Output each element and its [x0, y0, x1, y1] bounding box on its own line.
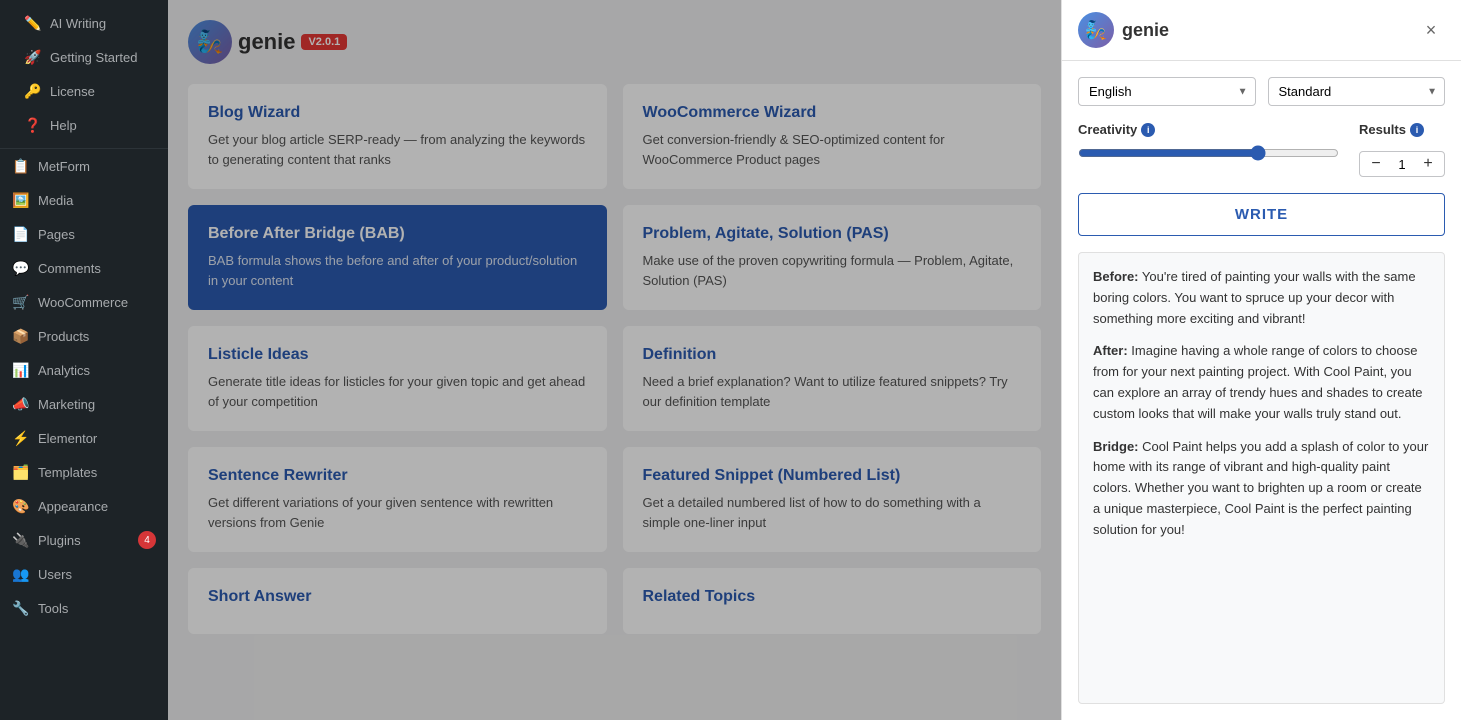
form-icon: 📋	[12, 157, 30, 175]
after-label: After:	[1093, 343, 1128, 358]
sidebar-label: Plugins	[38, 533, 81, 548]
results-increment-button[interactable]: +	[1418, 154, 1438, 174]
output-bridge: Bridge: Cool Paint helps you add a splas…	[1093, 437, 1430, 541]
sidebar-label: Tools	[38, 601, 68, 616]
sidebar-item-license[interactable]: 🔑 License	[12, 74, 156, 108]
sidebar-item-getting-started[interactable]: 🚀 Getting Started	[12, 40, 156, 74]
results-stepper: − 1 +	[1359, 151, 1445, 177]
sidebar-label: Products	[38, 329, 89, 344]
sidebar-item-marketing[interactable]: 📣 Marketing	[0, 387, 168, 421]
main-content: 🧞 genie V2.0.1 Blog Wizard Get your blog…	[168, 0, 1061, 720]
creativity-info-icon[interactable]: i	[1141, 123, 1155, 137]
selects-row: English Spanish French German ▼ Standard…	[1078, 77, 1445, 106]
sidebar-label: Appearance	[38, 499, 108, 514]
help-icon: ❓	[24, 116, 42, 134]
sidebar-item-templates[interactable]: 🗂️ Templates	[0, 455, 168, 489]
sidebar-item-elementor[interactable]: ⚡ Elementor	[0, 421, 168, 455]
plugins-badge: 4	[138, 531, 156, 549]
sidebar-label: Marketing	[38, 397, 95, 412]
sidebar-label: Getting Started	[50, 50, 137, 65]
sidebar-label: AI Writing	[50, 16, 106, 31]
sidebar-item-plugins[interactable]: 🔌 Plugins 4	[0, 523, 168, 557]
sidebar-label: Pages	[38, 227, 75, 242]
sidebar-label: WooCommerce	[38, 295, 128, 310]
sidebar-label: License	[50, 84, 95, 99]
close-button[interactable]: ×	[1417, 16, 1445, 44]
output-before: Before: You're tired of painting your wa…	[1093, 267, 1430, 329]
key-icon: 🔑	[24, 82, 42, 100]
appearance-icon: 🎨	[12, 497, 30, 515]
panel-body: English Spanish French German ▼ Standard…	[1062, 61, 1461, 720]
sidebar-item-help[interactable]: ❓ Help	[12, 108, 156, 142]
sidebar-top-section: ✏️ AI Writing 🚀 Getting Started 🔑 Licens…	[0, 0, 168, 149]
products-icon: 📦	[12, 327, 30, 345]
panel-genie-logo: 🧞 genie	[1078, 12, 1169, 48]
sidebar-item-tools[interactable]: 🔧 Tools	[0, 591, 168, 625]
sidebar-item-analytics[interactable]: 📊 Analytics	[0, 353, 168, 387]
woo-icon: 🛒	[12, 293, 30, 311]
analytics-icon: 📊	[12, 361, 30, 379]
before-label: Before:	[1093, 269, 1139, 284]
plugins-icon: 🔌	[12, 531, 30, 549]
output-after: After: Imagine having a whole range of c…	[1093, 341, 1430, 424]
sidebar-label: MetForm	[38, 159, 90, 174]
comments-icon: 💬	[12, 259, 30, 277]
marketing-icon: 📣	[12, 395, 30, 413]
panel-genie-text: genie	[1122, 20, 1169, 41]
templates-icon: 🗂️	[12, 463, 30, 481]
sidebar-item-pages[interactable]: 📄 Pages	[0, 217, 168, 251]
creativity-results-row: Creativity i Results i − 1 +	[1078, 122, 1445, 177]
panel-genie-icon: 🧞	[1078, 12, 1114, 48]
sidebar-label: Users	[38, 567, 72, 582]
creativity-section: Creativity i	[1078, 122, 1339, 163]
bridge-label: Bridge:	[1093, 439, 1139, 454]
results-section: Results i − 1 +	[1359, 122, 1445, 177]
sidebar-label: Analytics	[38, 363, 90, 378]
standard-select[interactable]: Standard Premium Economy	[1268, 77, 1446, 106]
sidebar-label: Help	[50, 118, 77, 133]
language-select[interactable]: English Spanish French German	[1078, 77, 1256, 106]
sidebar-item-media[interactable]: 🖼️ Media	[0, 183, 168, 217]
users-icon: 👥	[12, 565, 30, 583]
creativity-slider[interactable]	[1078, 145, 1339, 161]
sidebar-item-appearance[interactable]: 🎨 Appearance	[0, 489, 168, 523]
elementor-icon: ⚡	[12, 429, 30, 447]
sidebar-label: Comments	[38, 261, 101, 276]
results-label: Results i	[1359, 122, 1445, 137]
write-button[interactable]: WRITE	[1078, 193, 1445, 236]
pages-icon: 📄	[12, 225, 30, 243]
bridge-text: Cool Paint helps you add a splash of col…	[1093, 439, 1428, 537]
sidebar-item-comments[interactable]: 💬 Comments	[0, 251, 168, 285]
sidebar-item-products[interactable]: 📦 Products	[0, 319, 168, 353]
creativity-slider-wrap	[1078, 143, 1339, 163]
output-area: Before: You're tired of painting your wa…	[1078, 252, 1445, 704]
edit-icon: ✏️	[24, 14, 42, 32]
sidebar-item-users[interactable]: 👥 Users	[0, 557, 168, 591]
sidebar-label: Elementor	[38, 431, 97, 446]
main-overlay	[168, 0, 1061, 720]
sidebar-item-metform[interactable]: 📋 MetForm	[0, 149, 168, 183]
rocket-icon: 🚀	[24, 48, 42, 66]
results-decrement-button[interactable]: −	[1366, 154, 1386, 174]
standard-select-wrap: Standard Premium Economy ▼	[1268, 77, 1446, 106]
before-text: You're tired of painting your walls with…	[1093, 269, 1416, 326]
sidebar-label: Media	[38, 193, 73, 208]
results-value: 1	[1392, 157, 1412, 172]
sidebar-item-woocommerce[interactable]: 🛒 WooCommerce	[0, 285, 168, 319]
after-text: Imagine having a whole range of colors t…	[1093, 343, 1423, 420]
media-icon: 🖼️	[12, 191, 30, 209]
panel-header: 🧞 genie ×	[1062, 0, 1461, 61]
results-info-icon[interactable]: i	[1410, 123, 1424, 137]
language-select-wrap: English Spanish French German ▼	[1078, 77, 1256, 106]
sidebar-item-ai-writing[interactable]: ✏️ AI Writing	[12, 6, 156, 40]
sidebar: ✏️ AI Writing 🚀 Getting Started 🔑 Licens…	[0, 0, 168, 720]
right-panel: 🧞 genie × English Spanish French German …	[1061, 0, 1461, 720]
creativity-label: Creativity i	[1078, 122, 1339, 137]
tools-icon: 🔧	[12, 599, 30, 617]
sidebar-label: Templates	[38, 465, 97, 480]
